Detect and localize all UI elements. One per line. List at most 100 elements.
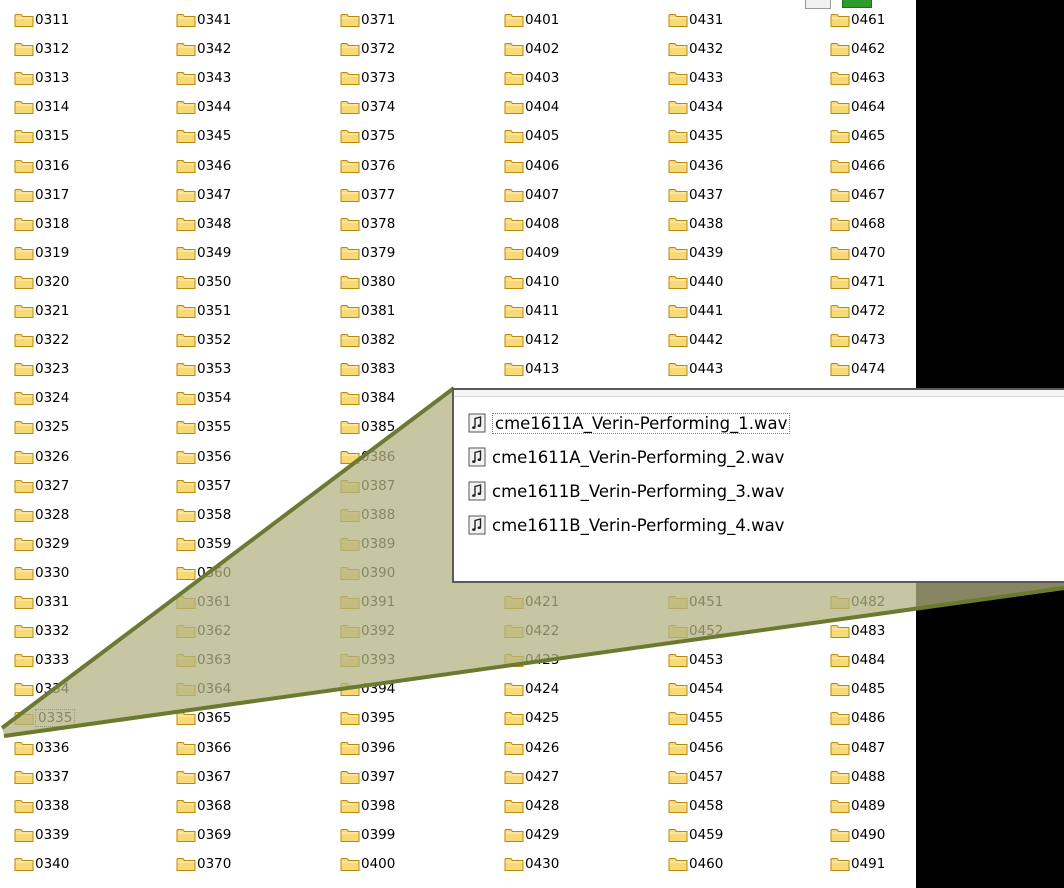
folder-item[interactable]: 0424	[504, 678, 559, 700]
folder-item[interactable]: 0396	[340, 737, 395, 759]
folder-item[interactable]: 0354	[176, 387, 231, 409]
folder-item[interactable]: 0361	[176, 591, 231, 613]
folder-item[interactable]: 0413	[504, 358, 559, 380]
folder-item[interactable]: 0337	[14, 766, 69, 788]
folder-item[interactable]: 0433	[668, 67, 723, 89]
folder-item[interactable]: 0352	[176, 329, 231, 351]
folder-item[interactable]: 0473	[830, 329, 885, 351]
folder-item[interactable]: 0432	[668, 38, 723, 60]
folder-item[interactable]: 0343	[176, 67, 231, 89]
folder-item[interactable]: 0339	[14, 824, 69, 846]
folder-item[interactable]: 0340	[14, 853, 69, 875]
file-item[interactable]: cme1611A_Verin-Performing_1.wav	[468, 410, 791, 436]
folder-item[interactable]: 0409	[504, 242, 559, 264]
folder-item[interactable]: 0438	[668, 213, 723, 235]
folder-item[interactable]: 0472	[830, 300, 885, 322]
folder-item[interactable]: 0425	[504, 707, 559, 729]
folder-item[interactable]: 0453	[668, 649, 723, 671]
folder-item[interactable]: 0348	[176, 213, 231, 235]
folder-item[interactable]: 0489	[830, 795, 885, 817]
folder-item[interactable]: 0465	[830, 125, 885, 147]
folder-item[interactable]: 0321	[14, 300, 69, 322]
folder-item[interactable]: 0380	[340, 271, 395, 293]
folder-item[interactable]: 0435	[668, 125, 723, 147]
folder-item[interactable]: 0346	[176, 155, 231, 177]
folder-item[interactable]: 0318	[14, 213, 69, 235]
folder-item[interactable]: 0408	[504, 213, 559, 235]
folder-item[interactable]: 0384	[340, 387, 395, 409]
folder-item[interactable]: 0410	[504, 271, 559, 293]
folder-item[interactable]: 0349	[176, 242, 231, 264]
folder-item[interactable]: 0312	[14, 38, 69, 60]
folder-item[interactable]: 0353	[176, 358, 231, 380]
folder-item[interactable]: 0370	[176, 853, 231, 875]
folder-item[interactable]: 0422	[504, 620, 559, 642]
folder-item[interactable]: 0485	[830, 678, 885, 700]
folder-item[interactable]: 0335	[14, 707, 76, 729]
folder-item[interactable]: 0394	[340, 678, 395, 700]
folder-item[interactable]: 0325	[14, 416, 69, 438]
folder-item[interactable]: 0466	[830, 155, 885, 177]
folder-item[interactable]: 0336	[14, 737, 69, 759]
folder-item[interactable]: 0451	[668, 591, 723, 613]
folder-item[interactable]: 0442	[668, 329, 723, 351]
folder-item[interactable]: 0311	[14, 9, 69, 31]
folder-item[interactable]: 0470	[830, 242, 885, 264]
folder-item[interactable]: 0484	[830, 649, 885, 671]
folder-item[interactable]: 0383	[340, 358, 395, 380]
folder-item[interactable]: 0487	[830, 737, 885, 759]
folder-item[interactable]: 0320	[14, 271, 69, 293]
folder-item[interactable]: 0388	[340, 504, 395, 526]
folder-item[interactable]: 0403	[504, 67, 559, 89]
folder-item[interactable]: 0358	[176, 504, 231, 526]
folder-item[interactable]: 0452	[668, 620, 723, 642]
folder-item[interactable]: 0331	[14, 591, 69, 613]
folder-item[interactable]: 0459	[668, 824, 723, 846]
folder-item[interactable]: 0397	[340, 766, 395, 788]
folder-item[interactable]: 0326	[14, 446, 69, 468]
folder-item[interactable]: 0462	[830, 38, 885, 60]
folder-item[interactable]: 0463	[830, 67, 885, 89]
folder-item[interactable]: 0437	[668, 184, 723, 206]
folder-item[interactable]: 0389	[340, 533, 395, 555]
folder-item[interactable]: 0402	[504, 38, 559, 60]
folder-item[interactable]: 0377	[340, 184, 395, 206]
folder-item[interactable]: 0316	[14, 155, 69, 177]
folder-item[interactable]: 0468	[830, 213, 885, 235]
folder-item[interactable]: 0313	[14, 67, 69, 89]
folder-item[interactable]: 0323	[14, 358, 69, 380]
folder-item[interactable]: 0443	[668, 358, 723, 380]
folder-item[interactable]: 0371	[340, 9, 395, 31]
folder-item[interactable]: 0488	[830, 766, 885, 788]
folder-item[interactable]: 0373	[340, 67, 395, 89]
folder-item[interactable]: 0357	[176, 475, 231, 497]
folder-item[interactable]: 0407	[504, 184, 559, 206]
folder-item[interactable]: 0359	[176, 533, 231, 555]
folder-item[interactable]: 0467	[830, 184, 885, 206]
file-item[interactable]: cme1611B_Verin-Performing_3.wav	[468, 478, 784, 504]
folder-item[interactable]: 0406	[504, 155, 559, 177]
folder-item[interactable]: 0400	[340, 853, 395, 875]
folder-item[interactable]: 0366	[176, 737, 231, 759]
folder-item[interactable]: 0364	[176, 678, 231, 700]
folder-item[interactable]: 0338	[14, 795, 69, 817]
folder-item[interactable]: 0315	[14, 125, 69, 147]
toolbar-green-button[interactable]	[842, 0, 872, 8]
folder-item[interactable]: 0332	[14, 620, 69, 642]
folder-item[interactable]: 0319	[14, 242, 69, 264]
folder-item[interactable]: 0486	[830, 707, 885, 729]
folder-item[interactable]: 0404	[504, 96, 559, 118]
folder-item[interactable]: 0464	[830, 96, 885, 118]
folder-item[interactable]: 0439	[668, 242, 723, 264]
folder-item[interactable]: 0461	[830, 9, 885, 31]
folder-item[interactable]: 0441	[668, 300, 723, 322]
folder-item[interactable]: 0342	[176, 38, 231, 60]
folder-item[interactable]: 0423	[504, 649, 559, 671]
folder-item[interactable]: 0368	[176, 795, 231, 817]
folder-item[interactable]: 0386	[340, 446, 395, 468]
folder-item[interactable]: 0401	[504, 9, 559, 31]
folder-item[interactable]: 0399	[340, 824, 395, 846]
folder-item[interactable]: 0390	[340, 562, 395, 584]
folder-item[interactable]: 0460	[668, 853, 723, 875]
folder-item[interactable]: 0378	[340, 213, 395, 235]
